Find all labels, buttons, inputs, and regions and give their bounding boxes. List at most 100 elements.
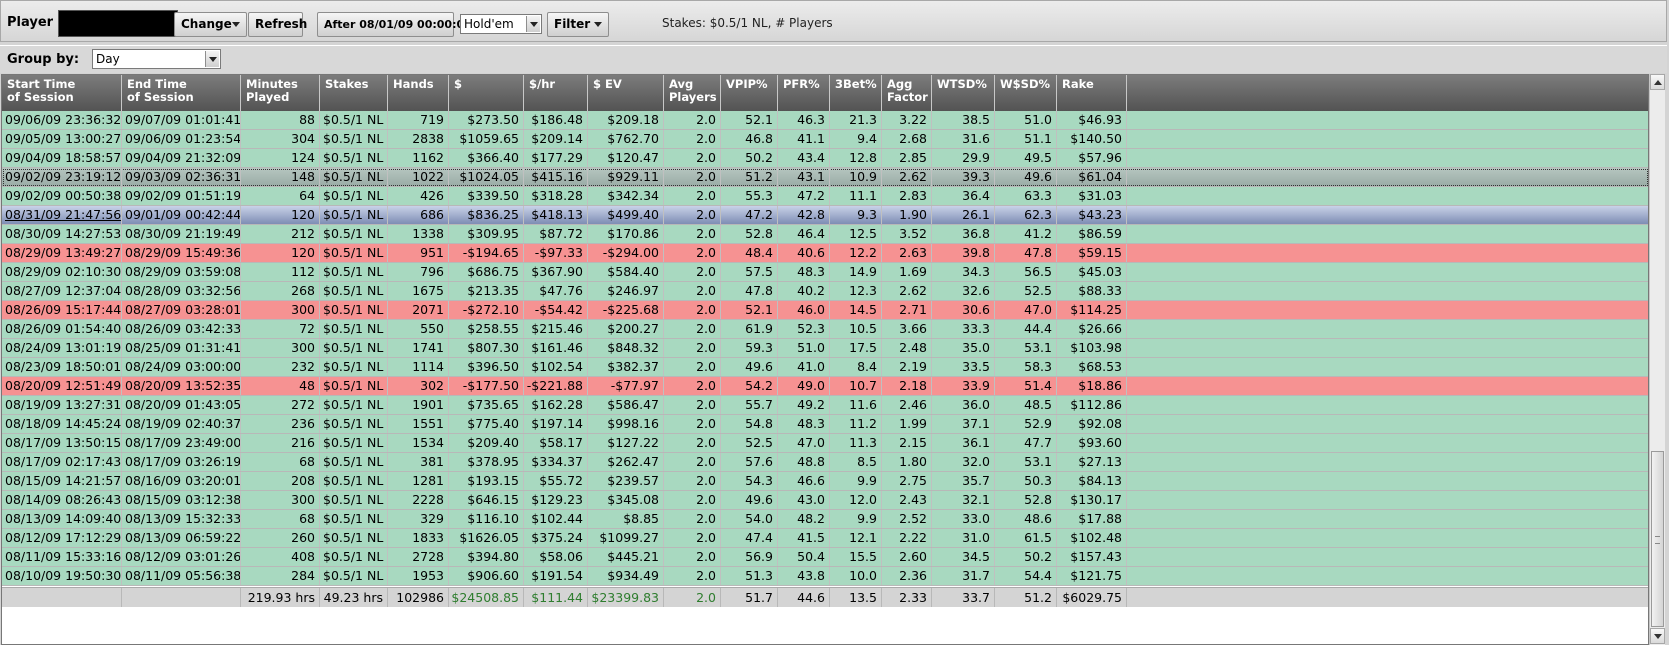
table-cell: 2.0 [664,548,721,566]
table-cell: 2.48 [882,339,932,357]
table-cell: $0.5/1 NL [320,320,388,338]
table-cell: 47.2 [721,206,778,224]
table-cell: 2.63 [882,244,932,262]
player-name-field[interactable] [58,10,178,37]
table-row[interactable]: 08/17/09 02:17:43 08/17/09 03:26:19 68 $0.5… [2,453,1648,472]
column-header[interactable]: Start Time of Session [2,75,122,111]
table-cell: $0.5/1 NL [320,339,388,357]
column-header[interactable]: PFR% [778,75,830,111]
table-cell: 08/10/09 19:50:30 [2,567,122,585]
vertical-scrollbar[interactable] [1649,74,1665,645]
table-cell: $0.5/1 NL [320,453,388,471]
table-row[interactable]: 08/23/09 18:50:01 08/24/09 03:00:00 232 $0.… [2,358,1648,377]
column-header[interactable]: VPIP% [721,75,778,111]
table-cell: 1162 [388,149,449,167]
table-cell: $366.40 [449,149,524,167]
table-row[interactable]: 08/17/09 13:50:15 08/17/09 23:49:00 216 $0.… [2,434,1648,453]
table-cell: $0.5/1 NL [320,225,388,243]
table-cell: 686 [388,206,449,224]
total-cell [2,588,122,607]
table-row[interactable]: 08/11/09 15:33:16 08/12/09 03:01:26 408 $0.… [2,548,1648,567]
table-row[interactable]: 08/20/09 12:51:49 08/20/09 13:52:35 48 $0.5… [2,377,1648,396]
table-cell: $1059.65 [449,130,524,148]
table-row[interactable]: 08/12/09 17:12:29 08/13/09 06:59:22 260 $0.… [2,529,1648,548]
table-row[interactable]: 08/29/09 02:10:30 08/29/09 03:59:08 112 $0.… [2,263,1648,282]
table-cell: 47.7 [995,434,1057,452]
group-by-select[interactable]: Day [92,49,221,69]
column-header[interactable]: Minutes Played [241,75,320,111]
chevron-down-icon[interactable] [205,51,219,67]
scroll-thumb[interactable] [1651,451,1664,627]
table-cell: 63.3 [995,187,1057,205]
column-header[interactable]: End Time of Session [122,75,241,111]
table-cell: 1833 [388,529,449,547]
table-row[interactable]: 09/04/09 18:58:57 09/04/09 21:32:09 124 $0.… [2,149,1648,168]
table-cell: 62.3 [995,206,1057,224]
table-row[interactable]: 08/13/09 14:09:40 08/13/09 15:32:33 68 $0.5… [2,510,1648,529]
table-cell: $0.5/1 NL [320,396,388,414]
table-cell: 2.46 [882,396,932,414]
table-row[interactable]: 09/02/09 00:50:38 09/02/09 01:51:19 64 $0.5… [2,187,1648,206]
table-row[interactable]: 08/27/09 12:37:04 08/28/09 03:32:56 268 $0.… [2,282,1648,301]
table-cell: 08/29/09 15:49:36 [122,244,241,262]
table-cell: 31.6 [932,130,995,148]
column-header[interactable]: 3Bet% [830,75,882,111]
table-cell: 3.22 [882,111,932,129]
table-row[interactable]: 08/15/09 14:21:57 08/16/09 03:20:01 208 $0.… [2,472,1648,491]
table-row[interactable]: 08/24/09 13:01:19 08/25/09 01:31:41 300 $0.… [2,339,1648,358]
table-cell: $197.14 [524,415,588,433]
table-row[interactable]: 08/18/09 14:45:24 08/19/09 02:40:37 236 $0.… [2,415,1648,434]
column-header[interactable]: Hands [388,75,449,111]
date-filter-button[interactable]: After 08/01/09 00:00:00 [317,12,472,37]
table-row[interactable]: 08/10/09 19:50:30 08/11/09 05:56:38 284 $0.… [2,567,1648,586]
column-header[interactable]: Agg Factor [882,75,932,111]
table-cell: 34.3 [932,263,995,281]
table-cell: 1.99 [882,415,932,433]
scroll-down-icon[interactable] [1650,628,1665,644]
table-cell: -$97.33 [524,244,588,262]
column-header[interactable]: WTSD% [932,75,995,111]
column-header[interactable]: Avg Players [664,75,721,111]
column-header[interactable]: $ EV [588,75,664,111]
table-row[interactable]: 09/05/09 13:00:27 09/06/09 01:23:54 304 $0.… [2,130,1648,149]
column-header[interactable]: W$SD% [995,75,1057,111]
table-row[interactable]: 09/02/09 23:19:12 09/03/09 02:36:31 148 $0.… [2,168,1648,187]
table-row[interactable]: 08/31/09 21:47:56 09/01/09 00:42:44 120 $0.… [2,206,1648,225]
table-row[interactable]: 08/26/09 01:54:40 08/26/09 03:42:33 72 $0.5… [2,320,1648,339]
table-cell: 08/23/09 18:50:01 [2,358,122,376]
table-row[interactable]: 08/30/09 14:27:53 08/30/09 21:19:49 212 $0.… [2,225,1648,244]
table-cell: 37.1 [932,415,995,433]
filter-button[interactable]: Filter [547,12,609,37]
game-select[interactable]: Hold'em [460,14,542,34]
table-row[interactable]: 08/19/09 13:27:31 08/20/09 01:43:05 272 $0.… [2,396,1648,415]
table-cell: $209.40 [449,434,524,452]
column-header[interactable]: Stakes [320,75,388,111]
table-cell: $0.5/1 NL [320,510,388,528]
table-row[interactable]: 09/06/09 23:36:32 09/07/09 01:01:41 88 $0.5… [2,111,1648,130]
table-cell: 52.5 [721,434,778,452]
column-header-label: W$SD% [1000,77,1051,91]
table-cell: $140.50 [1057,130,1127,148]
table-cell: 12.0 [830,491,882,509]
toolbar: Player Change Refresh After 08/01/09 00:… [0,0,1667,42]
column-header[interactable]: Rake [1057,75,1127,111]
table-cell: 408 [241,548,320,566]
table-cell: 88 [241,111,320,129]
table-row[interactable]: 08/29/09 13:49:27 08/29/09 15:49:36 120 $0.… [2,244,1648,263]
table-cell: $929.11 [588,168,664,186]
table-cell: 08/29/09 02:10:30 [2,263,122,281]
table-cell: 09/04/09 21:32:09 [122,149,241,167]
change-button[interactable]: Change [174,12,247,37]
table-cell: 52.1 [721,301,778,319]
column-header[interactable]: $/hr [524,75,588,111]
scroll-up-icon[interactable] [1650,74,1665,90]
refresh-button[interactable]: Refresh [248,12,307,37]
table-row[interactable]: 08/26/09 15:17:44 08/27/09 03:28:01 300 $0.… [2,301,1648,320]
column-header[interactable]: $ [449,75,524,111]
table-row[interactable]: 08/14/09 08:26:43 08/15/09 03:12:38 300 $0.… [2,491,1648,510]
table-cell: 2.0 [664,567,721,585]
table-cell: 49.0 [778,377,830,395]
table-cell: $262.47 [588,453,664,471]
table-cell: 212 [241,225,320,243]
chevron-down-icon[interactable] [526,16,540,32]
